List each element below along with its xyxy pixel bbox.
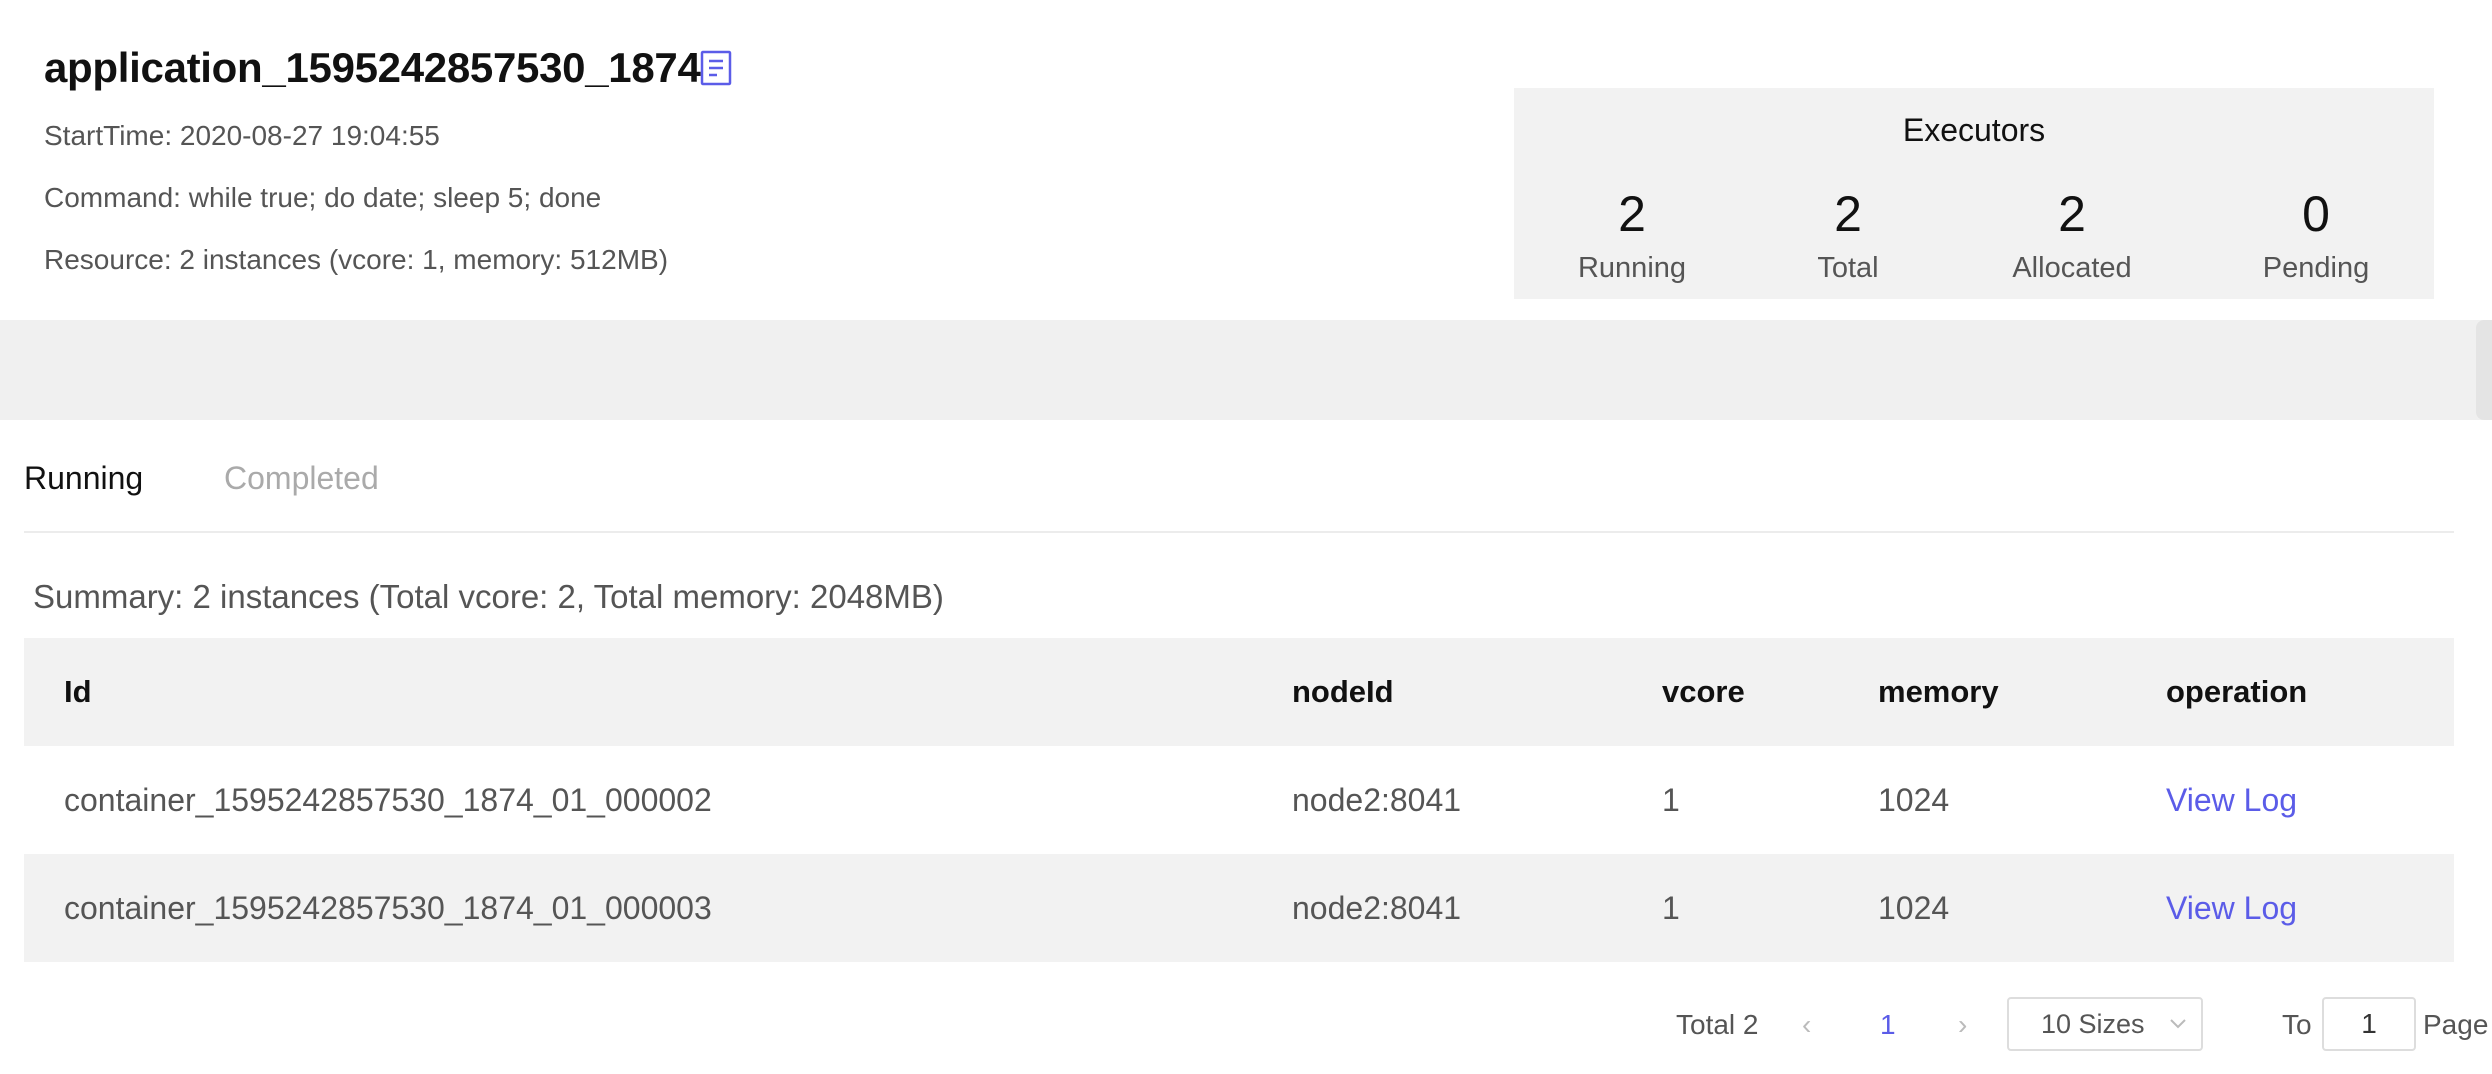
stat-label: Pending: [2262, 252, 2370, 284]
stat-value: 2: [1618, 186, 1646, 242]
executor-stat-allocated: 2 Allocated: [1957, 184, 2187, 286]
resource-info: Resource: 2 instances (vcore: 1, memory:…: [44, 244, 669, 275]
goto-page-input[interactable]: [2322, 997, 2416, 1051]
table-row: container_1595242857530_1874_01_000002 n…: [24, 746, 2454, 854]
start-time: StartTime: 2020-08-27 19:04:55: [44, 120, 440, 151]
vcore-value: 1: [1662, 782, 1680, 818]
application-title: application_1595242857530_1874: [44, 44, 701, 91]
table-header: Id nodeId vcore memory operation: [24, 638, 2454, 746]
executor-stat-pending: 0 Pending: [2201, 184, 2431, 286]
column-header-id: Id: [64, 674, 92, 709]
section-divider-band: [0, 320, 2492, 420]
executors-title: Executors: [1902, 112, 2046, 148]
page-size-value: 10 Sizes: [2041, 1009, 2145, 1039]
table-row: container_1595242857530_1874_01_000003 n…: [24, 854, 2454, 962]
command-line: Command: while true; do date; sleep 5; d…: [44, 180, 601, 216]
page-size-select[interactable]: 10 Sizes: [2007, 997, 2203, 1051]
node-id: node2:8041: [1292, 890, 1462, 926]
executor-stat-running: 2 Running: [1517, 184, 1747, 286]
chevron-right-icon[interactable]: ›: [1958, 1005, 1967, 1045]
stat-value: 2: [2058, 186, 2086, 242]
command-label: Command:: [44, 182, 181, 213]
view-log-link[interactable]: View Log: [2166, 746, 2297, 854]
column-header-vcore: vcore: [1662, 674, 1745, 709]
column-header-nodeid: nodeId: [1292, 674, 1394, 709]
column-header-operation: operation: [2166, 674, 2308, 709]
container-id: container_1595242857530_1874_01_000002: [64, 782, 712, 818]
container-id: container_1595242857530_1874_01_000003: [64, 890, 712, 926]
scrollbar[interactable]: [2476, 320, 2492, 420]
pagination-total: Total 2: [1676, 1009, 1759, 1040]
tab-divider: [24, 531, 2454, 533]
tab-completed[interactable]: Completed: [224, 458, 379, 498]
tab-running[interactable]: Running: [24, 458, 143, 498]
stat-value: 0: [2302, 186, 2330, 242]
node-id: node2:8041: [1292, 782, 1462, 818]
stat-label: Running: [1577, 252, 1687, 284]
stat-label: Total: [1817, 252, 1879, 284]
stat-label: Allocated: [2012, 252, 2132, 284]
pagination-page-1[interactable]: 1: [1880, 1005, 1896, 1045]
document-icon[interactable]: [699, 49, 733, 87]
goto-label: To: [2282, 1009, 2312, 1040]
instances-summary: Summary: 2 instances (Total vcore: 2, To…: [33, 578, 944, 615]
executors-card: Executors 2 Running 2 Total 2 Allocated …: [1514, 88, 2434, 299]
page-label: Page: [2423, 1009, 2489, 1040]
chevron-left-icon[interactable]: ‹: [1802, 1005, 1811, 1045]
command-value: while true; do date; sleep 5; done: [188, 182, 602, 213]
vcore-value: 1: [1662, 890, 1680, 926]
chevron-down-icon: [2170, 1019, 2186, 1029]
memory-value: 1024: [1878, 782, 1950, 818]
column-header-memory: memory: [1878, 674, 1999, 709]
memory-value: 1024: [1878, 890, 1950, 926]
stat-value: 2: [1834, 186, 1862, 242]
view-log-link[interactable]: View Log: [2166, 854, 2297, 962]
executor-stat-total: 2 Total: [1733, 184, 1963, 286]
